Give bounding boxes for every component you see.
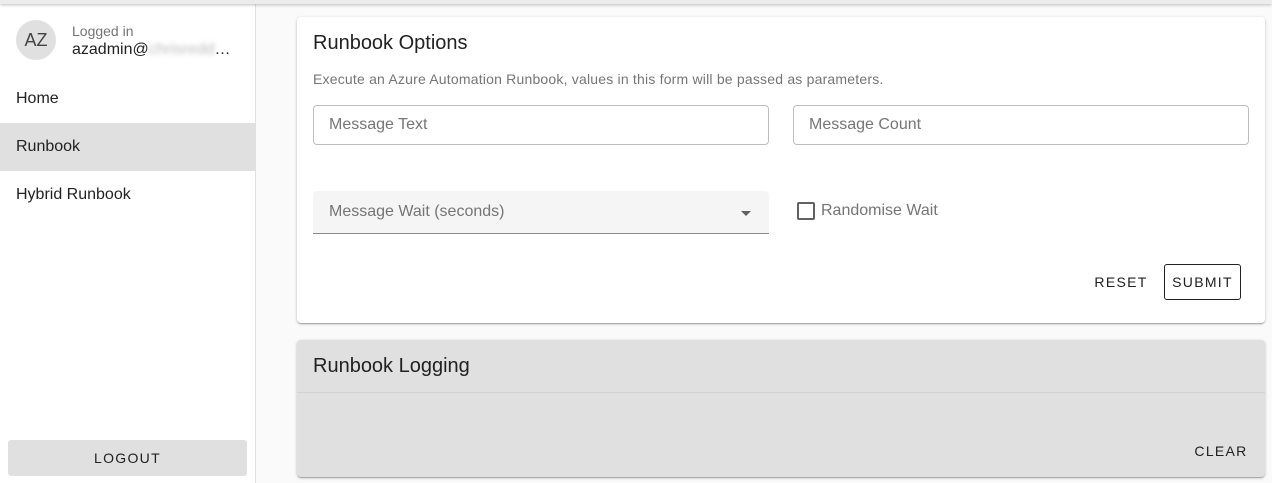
sidebar-nav: Home Runbook Hybrid Runbook (0, 75, 255, 219)
randomise-wait-label: Randomise Wait (821, 202, 938, 219)
user-profile: AZ Logged in azadmin@chrisredd… (16, 20, 231, 60)
runbook-options-card: Runbook Options Execute an Azure Automat… (297, 17, 1265, 323)
message-count-input[interactable] (793, 105, 1249, 145)
clear-button[interactable]: CLEAR (1185, 433, 1257, 469)
randomise-wait-control[interactable]: Randomise Wait (797, 202, 938, 220)
user-name-ellipsis: … (214, 41, 231, 58)
sidebar-item-runbook[interactable]: Runbook (0, 123, 255, 171)
message-wait-select[interactable]: Message Wait (seconds) (313, 191, 769, 234)
user-name-redacted: chrisredd (148, 41, 215, 58)
app-root: AZ Logged in azadmin@chrisredd… Home Run… (0, 0, 1272, 483)
sidebar-item-hybrid-runbook[interactable]: Hybrid Runbook (0, 171, 255, 219)
reset-button[interactable]: RESET (1089, 264, 1153, 300)
user-name: azadmin@chrisredd… (72, 41, 231, 59)
sidebar-item-home[interactable]: Home (0, 75, 255, 123)
runbook-logging-title: Runbook Logging (313, 355, 470, 377)
runbook-options-description: Execute an Azure Automation Runbook, val… (313, 71, 884, 87)
runbook-logging-card: Runbook Logging CLEAR (297, 340, 1265, 477)
sidebar: AZ Logged in azadmin@chrisredd… Home Run… (0, 0, 256, 483)
user-info: Logged in azadmin@chrisredd… (72, 23, 231, 59)
runbook-options-title: Runbook Options (313, 32, 468, 54)
divider (297, 392, 1265, 393)
user-name-visible: azadmin@ (72, 41, 149, 58)
user-status: Logged in (72, 23, 134, 39)
message-wait-label: Message Wait (seconds) (329, 203, 505, 220)
message-text-input[interactable] (313, 105, 769, 145)
chevron-down-icon (741, 210, 751, 216)
submit-button[interactable]: SUBMIT (1164, 264, 1241, 300)
randomise-wait-checkbox[interactable] (797, 202, 815, 220)
logout-button[interactable]: LOGOUT (8, 440, 247, 476)
avatar: AZ (16, 20, 56, 60)
top-app-bar (0, 0, 1272, 4)
